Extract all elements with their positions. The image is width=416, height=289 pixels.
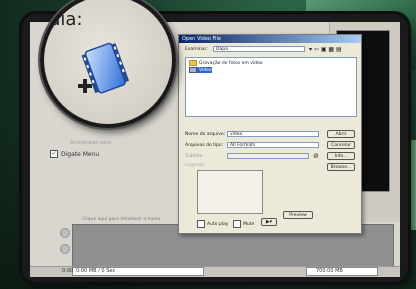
filename-label: Nome do arquivo: [185,132,226,137]
radio-button-2[interactable] [60,244,70,254]
folder-icon [189,60,197,66]
autoplay-checkbox[interactable] [197,220,205,228]
menu-checkbox-row[interactable]: ✓ Digate Menu [50,150,99,158]
open-file-dialog: Open Video File Examinar: Dapa ▾ ⇦ ▣ ▦ ▤… [178,34,362,234]
subtitle-input[interactable] [227,153,309,159]
mute-option[interactable]: Mute [233,220,254,228]
file-list[interactable]: Gravação de fotos em vídeo Vídeo [185,57,357,117]
status-left-value: 0:00 MB / 0 Sec [76,268,116,274]
info-button[interactable]: Info... [327,152,355,160]
list-item-selected[interactable]: Vídeo [189,67,212,73]
lookin-label: Examinar: [185,47,208,52]
mute-checkbox[interactable] [233,220,241,228]
status-left-label: 0:00 [62,268,74,274]
filetype-label: Arquivos do tipo: [185,143,224,148]
open-button[interactable]: Abrir [327,130,355,138]
play-button[interactable]: ▶▾ [261,218,277,226]
lookin-select[interactable]: Dapa [213,46,305,52]
filename-value: vídeo [230,132,243,137]
menu-checkbox-label: Digate Menu [61,150,100,158]
file-name: Vídeo [199,67,212,73]
magnified-text: dia: [49,9,83,30]
autoplay-option[interactable]: Auto play [197,220,228,228]
add-media-icon[interactable] [74,38,138,102]
toolbar-icons[interactable]: ▾ ⇦ ▣ ▦ ▤ [309,46,342,53]
autoplay-label: Auto play [207,221,229,227]
menu-checkbox[interactable]: ✓ [50,150,58,158]
filename-input[interactable]: vídeo [227,131,319,137]
lookin-value: Dapa [216,47,228,52]
mute-label: Mute [243,221,255,227]
bottom-note: Clique aqui para introduzir o menu [82,217,161,222]
filetype-select[interactable]: All Formats [227,142,319,148]
filetype-value: All Formats [230,143,256,148]
file-name: Gravação de fotos em vídeo [199,60,263,66]
list-item[interactable]: Gravação de fotos em vídeo [189,60,263,66]
video-file-icon [189,67,197,73]
radio-button-1[interactable] [60,228,70,238]
disabled-option: Sincronizar sons [70,140,111,146]
subtitle-label: Subtitle [185,154,203,159]
dialog-title: Open Video File [179,35,361,43]
preview-box [197,170,263,214]
preview-button[interactable]: Preview [283,211,313,219]
link-icon[interactable]: ⊘ [313,152,319,160]
browse-button[interactable]: Browse... [327,163,355,171]
status-right-value: 700.00 MB [316,268,343,274]
cancel-button[interactable]: Cancelar [327,141,355,149]
legend-label: Legenda [185,163,205,168]
